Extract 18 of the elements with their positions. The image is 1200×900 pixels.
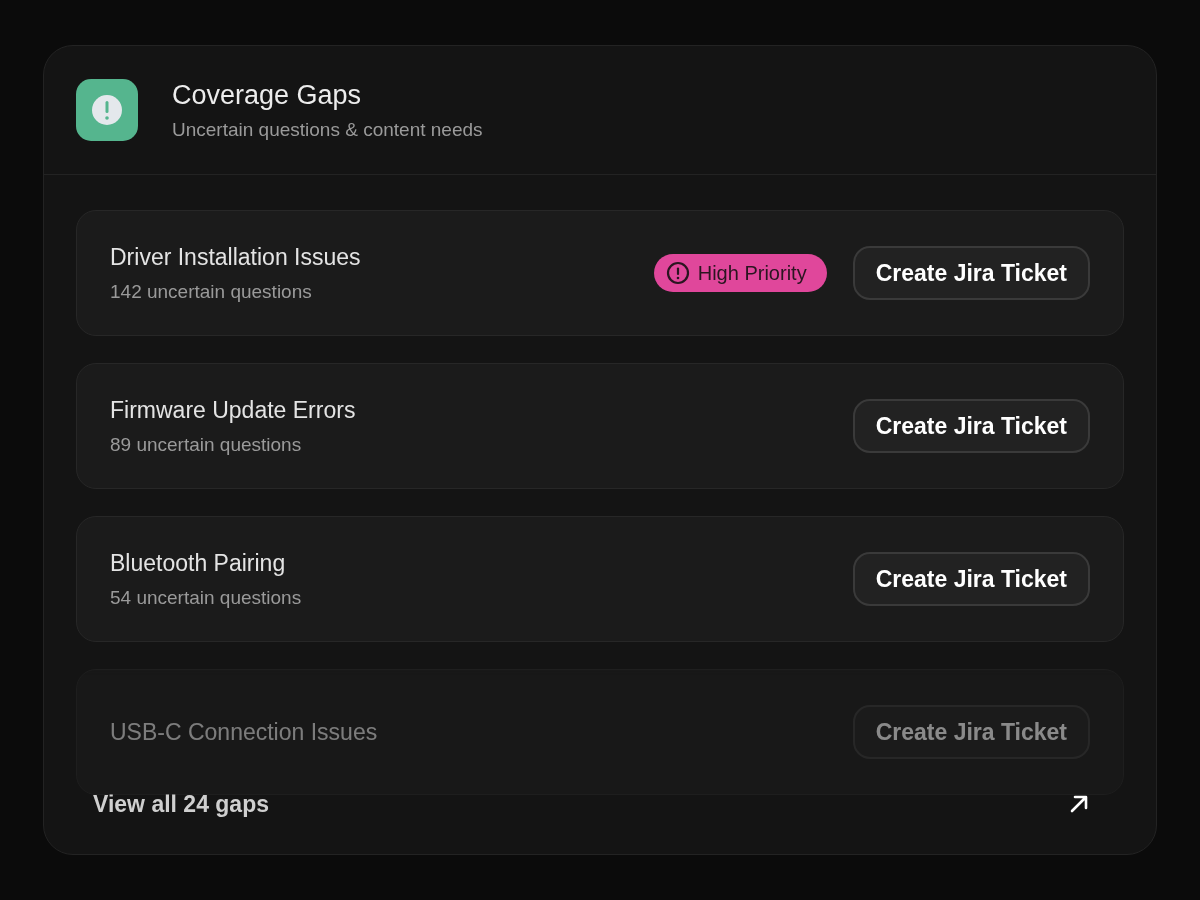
gap-title: Bluetooth Pairing [110,549,287,577]
gap-title: Firmware Update Errors [110,396,357,424]
arrow-icon[interactable] [1068,793,1090,815]
gap-title: Driver Installation Issues [110,243,362,271]
create-ticket-button[interactable]: Create Jira Ticket [852,246,1090,300]
create-ticket-button[interactable]: Create Jira Ticket [852,705,1090,759]
view-all-link[interactable]: View all 24 gaps [93,790,269,818]
question-count: 54 uncertain questions [110,586,303,609]
alert-icon [665,261,690,285]
create-ticket-button[interactable]: Create Jira Ticket [852,399,1090,453]
card-title: Coverage Gaps [172,79,363,111]
question-count: 142 uncertain questions [110,280,313,303]
alert-icon [76,79,138,141]
badge-label: High Priority [697,261,807,285]
create-ticket-button[interactable]: Create Jira Ticket [852,552,1090,606]
question-count: 89 uncertain questions [110,433,303,456]
card-subtitle: Uncertain questions & content needs [172,118,483,141]
gap-title: USB-C Connection Issues [110,718,379,746]
